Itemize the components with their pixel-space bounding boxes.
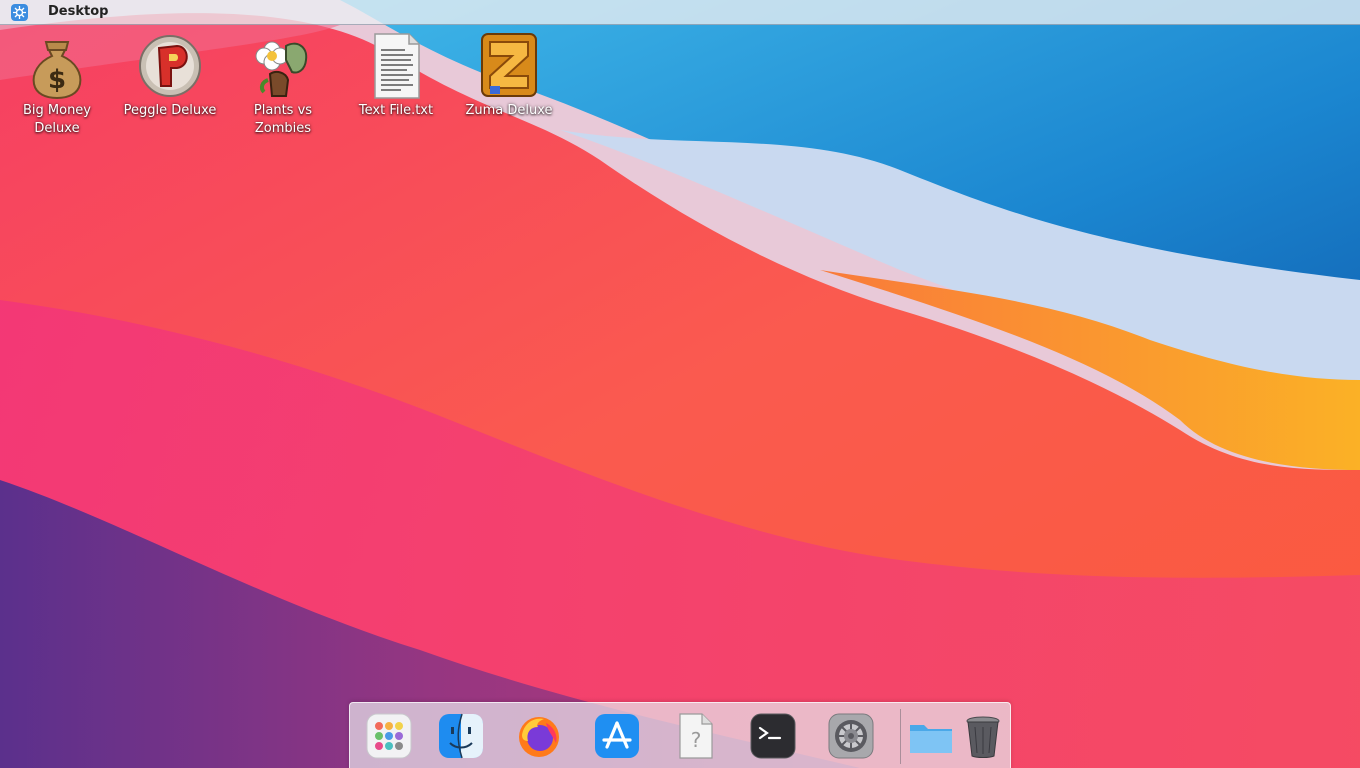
app-store-icon[interactable] [594, 713, 640, 759]
desktop-icon-label: Text File.txt [358, 103, 434, 118]
desktop-screen: Desktop $ Big Money Deluxe Peggle Deluxe [0, 0, 1360, 768]
money-bag-icon: $ [24, 30, 90, 102]
desktop-icon-label: Zuma Deluxe [465, 103, 553, 118]
peggle-icon [137, 30, 203, 102]
system-preferences-icon[interactable] [828, 713, 874, 759]
desktop-icon-zuma[interactable]: Zuma Deluxe [454, 30, 564, 120]
desktop-icon-big-money[interactable]: $ Big Money Deluxe [2, 30, 112, 138]
launchpad-icon[interactable] [366, 713, 412, 759]
finder-icon[interactable] [438, 713, 484, 759]
zuma-icon [476, 30, 542, 102]
text-file-icon [363, 30, 429, 102]
plants-vs-zombies-icon [250, 30, 316, 102]
unknown-file-icon[interactable]: ? [672, 713, 718, 759]
dock: ? [349, 702, 1011, 768]
desktop-icon-label: Big Money Deluxe [22, 103, 91, 136]
svg-text:$: $ [48, 65, 66, 95]
firefox-icon[interactable] [516, 713, 562, 759]
desktop-icon-label: Peggle Deluxe [123, 103, 217, 118]
desktop-icon-label: Plants vs Zombies [253, 103, 313, 136]
top-menu-bar: Desktop [0, 0, 1360, 25]
folder-icon[interactable] [908, 713, 954, 759]
active-window-title: Desktop [48, 4, 109, 19]
svg-text:?: ? [691, 728, 702, 752]
trash-icon[interactable] [960, 713, 1006, 759]
desktop-icon-plants-vs-zombies[interactable]: Plants vs Zombies [228, 30, 338, 138]
dock-separator [900, 709, 901, 764]
terminal-icon[interactable] [750, 713, 796, 759]
kde-logo-icon[interactable] [11, 4, 28, 21]
desktop-icon-text-file[interactable]: Text File.txt [341, 30, 451, 120]
desktop-icon-peggle[interactable]: Peggle Deluxe [115, 30, 225, 120]
